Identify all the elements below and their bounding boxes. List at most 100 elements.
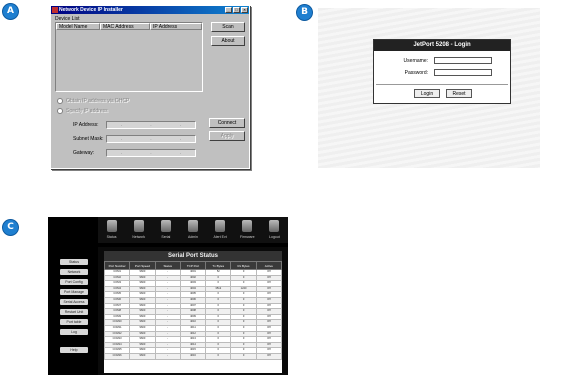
login-title: JetPort 5208 - Login — [374, 40, 510, 51]
username-label: Username: — [403, 58, 428, 64]
nav-label: Status — [106, 235, 117, 239]
nav-icon — [187, 220, 198, 232]
nav-icon — [133, 220, 144, 232]
table-cell: 0 — [205, 352, 232, 360]
gateway-field[interactable]: . . . — [106, 149, 196, 157]
nav-item[interactable]: Firmware — [235, 217, 259, 243]
table-title: Serial Port Status — [104, 251, 282, 261]
table-cell: 0 — [230, 352, 257, 360]
ip-address-label: IP Address: — [73, 122, 99, 128]
window-title: Network Device IP Installer — [59, 7, 123, 13]
column-ip-address[interactable]: IP Address — [150, 23, 202, 30]
connect-button[interactable]: Connect — [209, 118, 245, 128]
table-cell: - — [154, 352, 181, 360]
nav-item[interactable]: Status — [100, 217, 124, 243]
nav-label: Alert Evt — [213, 235, 227, 239]
login-page: JetPort 5208 - Login Username: Password:… — [318, 8, 540, 168]
sidebar-button[interactable]: Port table — [60, 319, 88, 325]
sidebar-button[interactable]: Help — [60, 347, 88, 353]
table-row: COM16 9600-4016 0 0 Off — [103, 352, 283, 360]
table-cell: 4016 — [179, 352, 207, 360]
login-form: JetPort 5208 - Login Username: Password:… — [373, 39, 511, 104]
username-input[interactable] — [434, 57, 492, 64]
nav-label: Network — [132, 235, 146, 239]
column-header: TCP Port — [179, 261, 207, 270]
column-header: Port Speed — [129, 261, 156, 270]
main-content: Serial Port Status Port Number Port Speed… — [98, 247, 288, 375]
dhcp-radio-label: Obtain IP address via DHCP — [66, 98, 130, 104]
octet-separator: . — [120, 122, 123, 128]
divider — [376, 84, 508, 85]
sidebar-button[interactable]: Port Config — [60, 279, 88, 285]
password-label: Password: — [404, 70, 428, 76]
column-header: Status — [154, 261, 181, 270]
label-c-badge: C — [3, 220, 18, 235]
table-header-row: Port Number Port Speed Status TCP Port Tx By… — [103, 261, 283, 270]
nav-icon — [215, 220, 226, 232]
subnet-mask-field[interactable]: . . . — [106, 135, 196, 143]
table-cell: COM16 — [103, 352, 131, 360]
column-header: Port Number — [103, 261, 131, 270]
static-ip-radio[interactable] — [57, 108, 63, 114]
octet-separator: . — [179, 150, 182, 156]
sidebar-button[interactable]: Network — [60, 269, 88, 275]
nav-label: Serial — [161, 235, 171, 239]
scan-button[interactable]: Scan — [211, 22, 245, 32]
column-model-name[interactable]: Model Name — [56, 23, 100, 30]
label-a-badge: A — [3, 4, 18, 19]
static-ip-radio-label: Specify IP address — [66, 108, 108, 114]
octet-separator: . — [150, 150, 152, 156]
nav-item[interactable]: Alert Evt — [208, 217, 232, 243]
label-b-badge: B — [297, 5, 312, 20]
nav-item[interactable]: Logout — [262, 217, 286, 243]
dhcp-radio[interactable] — [57, 98, 63, 104]
table-cell: 9600 — [129, 352, 156, 360]
octet-separator: . — [179, 136, 182, 142]
nav-label: Logout — [269, 235, 280, 239]
subnet-mask-label: Subnet Mask: — [73, 136, 104, 142]
sidebar-button[interactable]: Serial Access — [60, 299, 88, 305]
nav-item[interactable]: Admin — [181, 217, 205, 243]
serial-port-table: Port Number Port Speed Status TCP Port Tx By… — [103, 261, 283, 360]
about-button[interactable]: About — [211, 36, 245, 46]
gateway-label: Gateway: — [73, 150, 95, 156]
table-cell: Off — [255, 352, 283, 360]
nav-icon — [160, 220, 171, 232]
column-mac-address[interactable]: MAC Address — [100, 23, 150, 30]
apply-button[interactable]: Apply — [209, 131, 245, 141]
maximize-button[interactable]: □ — [233, 7, 240, 13]
sidebar-button[interactable]: Log — [60, 329, 88, 335]
close-button[interactable]: × — [241, 7, 248, 13]
device-list[interactable]: Model Name MAC Address IP Address — [55, 22, 203, 92]
ip-installer-window: Network Device IP Installer _ □ × Device… — [50, 5, 250, 169]
sidebar: Status Network Port Config Port Manage Seria… — [48, 247, 98, 375]
app-icon — [52, 7, 58, 13]
nav-item[interactable]: Serial — [154, 217, 178, 243]
nav-item[interactable]: Network — [127, 217, 151, 243]
reset-button[interactable]: Reset — [446, 89, 472, 98]
octet-separator: . — [120, 150, 123, 156]
nav-label: Admin — [188, 235, 198, 239]
nav-icon — [242, 220, 253, 232]
ip-address-field[interactable]: . . . — [106, 121, 196, 129]
octet-separator: . — [150, 136, 152, 142]
nav-label: Firmware — [239, 235, 255, 239]
serial-port-status-panel: Serial Port Status Port Number Port Speed… — [103, 251, 283, 373]
top-nav: Status Network Serial Admin Alert Evt Firmwar… — [98, 217, 288, 243]
login-button[interactable]: Login — [414, 89, 440, 98]
sidebar-button[interactable]: Restart Unit — [60, 309, 88, 315]
nav-icon — [269, 220, 280, 232]
octet-separator: . — [150, 122, 152, 128]
column-header: Tx Bytes — [205, 261, 232, 270]
password-input[interactable] — [434, 69, 492, 76]
octet-separator: . — [120, 136, 123, 142]
column-header: Active — [255, 261, 283, 270]
sidebar-button[interactable]: Port Manage — [60, 289, 88, 295]
minimize-button[interactable]: _ — [225, 7, 232, 13]
table-body: COM1 9600-4001 52 0 Off COM2 9600-4002 0 0 Off COM… — [103, 269, 283, 360]
column-header: Rx Bytes — [230, 261, 257, 270]
window-titlebar[interactable]: Network Device IP Installer _ □ × — [51, 6, 249, 14]
octet-separator: . — [179, 122, 182, 128]
sidebar-button[interactable]: Status — [60, 259, 88, 265]
jetport-admin-page: Status Network Serial Admin Alert Evt Firmwar… — [48, 217, 288, 375]
